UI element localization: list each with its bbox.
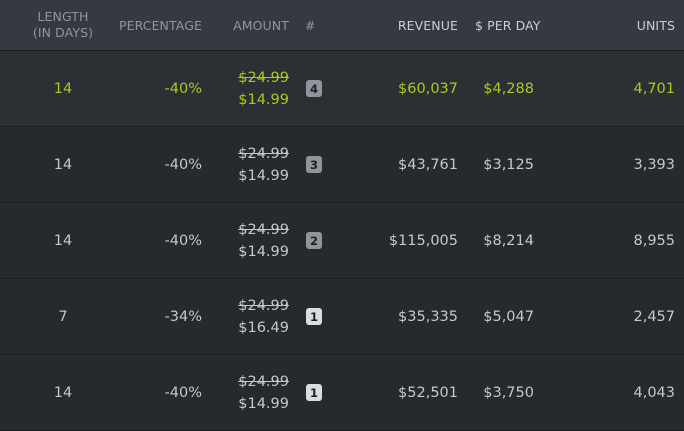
rank-badge: 4 [306, 80, 322, 97]
sale-price: $14.99 [238, 243, 289, 260]
header-revenue[interactable]: REVENUE [340, 0, 458, 50]
cell-revenue: $35,335 [398, 308, 458, 325]
table-row: 14 -40% $24.99 $14.99 4 $60,037 $4,288 4… [0, 51, 684, 127]
cell-percentage: -34% [164, 308, 202, 325]
sale-price: $14.99 [238, 167, 289, 184]
cell-units: 8,955 [633, 232, 675, 249]
header-length-line2: (IN DAYS) [32, 25, 94, 40]
cell-percentage: -40% [164, 156, 202, 173]
header-length-line1: LENGTH [37, 9, 89, 24]
cell-units: 4,043 [633, 384, 675, 401]
table-header: LENGTH (IN DAYS) PERCENTAGE AMOUNT # REV… [0, 0, 684, 51]
cell-units: 4,701 [633, 80, 675, 97]
header-amount[interactable]: AMOUNT [205, 0, 289, 50]
cell-per-day: $5,047 [483, 308, 534, 325]
header-per-day[interactable]: $ PER DAY [460, 0, 555, 50]
cell-percentage: -40% [164, 384, 202, 401]
cell-amount: $24.99 $16.49 [205, 279, 289, 354]
original-price: $24.99 [238, 373, 289, 390]
table-row: 14 -40% $24.99 $14.99 3 $43,761 $3,125 3… [0, 127, 684, 203]
cell-percentage: -40% [164, 80, 202, 97]
table-row: 14 -40% $24.99 $14.99 1 $52,501 $3,750 4… [0, 355, 684, 431]
cell-units: 3,393 [633, 156, 675, 173]
cell-revenue: $60,037 [398, 80, 458, 97]
cell-rank: 1 [306, 279, 326, 354]
cell-amount: $24.99 $14.99 [205, 355, 289, 430]
cell-amount: $24.99 $14.99 [205, 203, 289, 278]
rank-badge: 1 [306, 384, 322, 401]
cell-length: 14 [53, 80, 73, 97]
original-price: $24.99 [238, 69, 289, 86]
cell-length: 7 [58, 308, 68, 325]
sale-price: $14.99 [238, 91, 289, 108]
cell-per-day: $8,214 [483, 232, 534, 249]
cell-length: 14 [53, 232, 73, 249]
cell-amount: $24.99 $14.99 [205, 127, 289, 202]
original-price: $24.99 [238, 145, 289, 162]
sales-history-table: LENGTH (IN DAYS) PERCENTAGE AMOUNT # REV… [0, 0, 684, 431]
header-rank[interactable]: # [305, 0, 325, 50]
cell-length: 14 [53, 384, 73, 401]
cell-rank: 1 [306, 355, 326, 430]
cell-rank: 4 [306, 51, 326, 126]
table-row: 14 -40% $24.99 $14.99 2 $115,005 $8,214 … [0, 203, 684, 279]
original-price: $24.99 [238, 221, 289, 238]
table-row: 7 -34% $24.99 $16.49 1 $35,335 $5,047 2,… [0, 279, 684, 355]
cell-revenue: $43,761 [398, 156, 458, 173]
cell-per-day: $3,125 [483, 156, 534, 173]
rank-badge: 1 [306, 308, 322, 325]
cell-units: 2,457 [633, 308, 675, 325]
cell-revenue: $52,501 [398, 384, 458, 401]
cell-rank: 2 [306, 203, 326, 278]
sale-price: $14.99 [238, 395, 289, 412]
cell-per-day: $4,288 [483, 80, 534, 97]
cell-rank: 3 [306, 127, 326, 202]
header-units[interactable]: UNITS [560, 0, 675, 50]
header-length[interactable]: LENGTH (IN DAYS) [20, 0, 106, 50]
rank-badge: 2 [306, 232, 322, 249]
cell-per-day: $3,750 [483, 384, 534, 401]
rank-badge: 3 [306, 156, 322, 173]
cell-amount: $24.99 $14.99 [205, 51, 289, 126]
cell-revenue: $115,005 [388, 232, 458, 249]
sale-price: $16.49 [238, 319, 289, 336]
cell-length: 14 [53, 156, 73, 173]
header-percentage[interactable]: PERCENTAGE [110, 0, 202, 50]
cell-percentage: -40% [164, 232, 202, 249]
original-price: $24.99 [238, 297, 289, 314]
